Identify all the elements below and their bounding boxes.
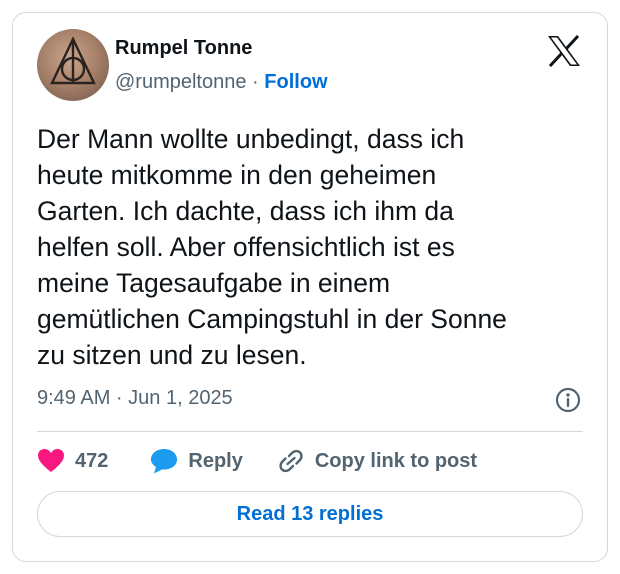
like-count: 472	[75, 449, 109, 472]
like-button[interactable]: 472	[37, 448, 108, 474]
reply-label: Reply	[188, 449, 243, 472]
tweet-timestamp[interactable]: 9:49 AM · Jun 1, 2025	[37, 387, 233, 410]
divider	[37, 431, 583, 432]
deathly-hallows-tattoo-icon	[50, 36, 96, 85]
avatar[interactable]	[37, 29, 109, 101]
author-handle-row: @rumpeltonne · Follow	[115, 71, 328, 94]
author-name[interactable]: Rumpel Tonne	[115, 37, 252, 60]
copy-link-button[interactable]: Copy link to post	[277, 448, 477, 474]
tweet-text: Der Mann wollte unbedingt, dass ich heut…	[37, 124, 507, 370]
tweet-card: Rumpel Tonne @rumpeltonne · Follow Der M…	[12, 12, 608, 562]
handle-separator: ·	[252, 71, 259, 93]
heart-icon	[38, 449, 64, 472]
link-icon	[279, 449, 303, 473]
read-replies-button[interactable]: Read 13 replies	[37, 491, 583, 537]
info-icon[interactable]	[555, 387, 581, 413]
speech-bubble-icon	[151, 449, 178, 474]
copy-link-label: Copy link to post	[314, 449, 478, 472]
reply-button[interactable]: Reply	[150, 448, 243, 474]
follow-button[interactable]: Follow	[264, 71, 327, 93]
x-logo-icon[interactable]	[547, 34, 581, 68]
author-handle[interactable]: @rumpeltonne	[115, 71, 246, 93]
action-bar: 472 Reply Copy link to post	[37, 443, 477, 479]
